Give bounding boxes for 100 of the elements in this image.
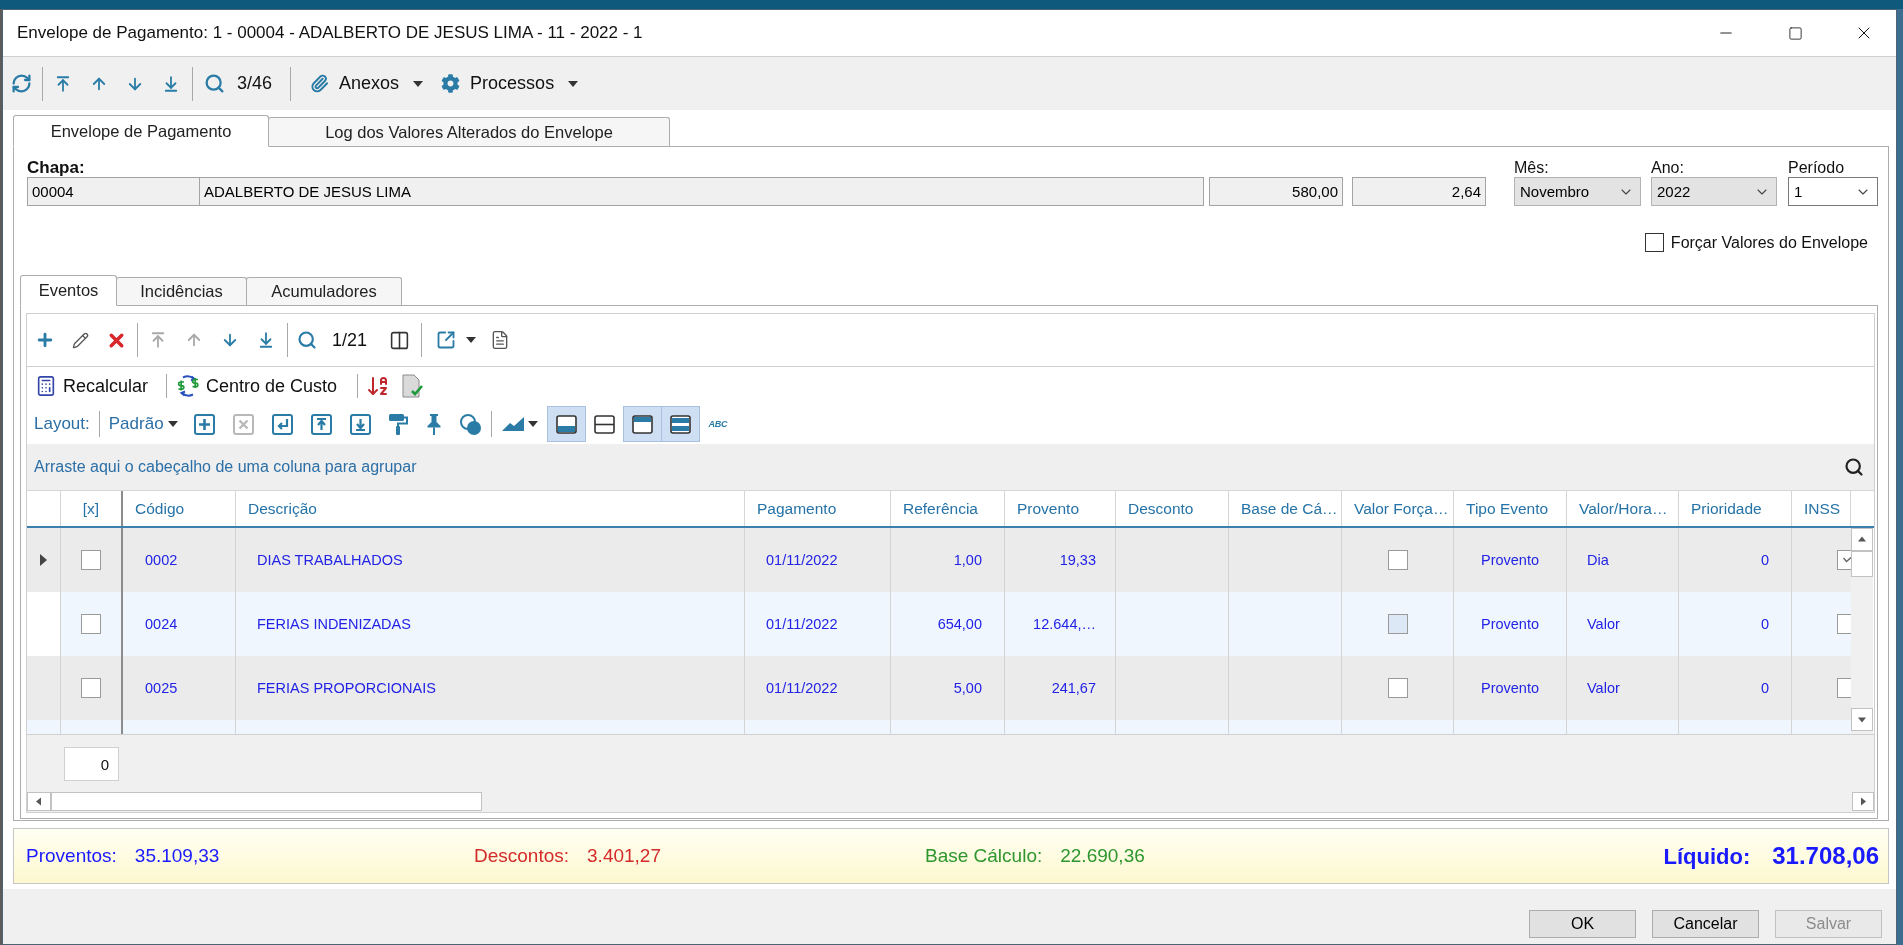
checkbox[interactable] xyxy=(81,678,101,698)
text-field[interactable]: 580,00 xyxy=(1209,177,1343,206)
tab[interactable]: Acumuladores xyxy=(246,277,402,305)
text-field[interactable]: ADALBERTO DE JESUS LIMA xyxy=(199,177,1204,206)
view-toggle[interactable] xyxy=(622,406,662,442)
column-header[interactable]: Base de Cá… xyxy=(1229,491,1342,526)
download-box-icon[interactable] xyxy=(349,413,371,435)
table-row[interactable]: 0024 FERIAS INDENIZADAS 01/11/2022 654,00 12.644,… Provento Valor 0 xyxy=(27,592,1851,656)
column-header[interactable]: Desconto xyxy=(1116,491,1229,526)
caret-icon[interactable] xyxy=(466,337,477,343)
columns-icon[interactable] xyxy=(389,329,411,351)
document-check-icon[interactable] xyxy=(402,374,424,398)
search-icon[interactable] xyxy=(1844,457,1864,477)
summary-label: Descontos: xyxy=(474,845,570,867)
pin-icon[interactable] xyxy=(425,413,442,435)
toolbar-button[interactable]: Centro de Custo xyxy=(176,374,338,398)
checkbox[interactable] xyxy=(1387,550,1408,570)
two-bars-icon xyxy=(669,414,691,434)
gear-icon xyxy=(441,74,461,93)
dropdown-button[interactable]: Padrão xyxy=(108,414,178,434)
window-title: Envelope de Pagamento: 1 - 00004 - ADALBERTO DE JESUS LIMA - 11 - 2022 - 1 xyxy=(17,23,643,43)
record-counter: 1/21 xyxy=(332,329,368,351)
field-label: Ano: xyxy=(1651,158,1684,177)
tab[interactable]: Log dos Valores Alterados do Envelope xyxy=(268,117,670,146)
column-header[interactable]: Valor/Hora… xyxy=(1567,491,1679,526)
column-header[interactable]: Referência xyxy=(891,491,1005,526)
checkbox[interactable] xyxy=(1837,614,1851,634)
dialog-button[interactable]: Cancelar xyxy=(1652,910,1759,938)
spellcheck-button[interactable]: ABC xyxy=(708,419,728,429)
arrow-down-to-line-icon[interactable] xyxy=(162,74,180,93)
panel-top-icon xyxy=(631,414,653,434)
maximize-icon[interactable] xyxy=(1787,25,1803,41)
total-label: Líquido: xyxy=(1663,844,1751,870)
summary-value: 3.401,27 xyxy=(587,845,661,867)
text-field[interactable]: 00004 xyxy=(27,177,200,206)
text-field[interactable]: 2,64 xyxy=(1352,177,1486,206)
refresh-icon[interactable] xyxy=(11,73,32,94)
column-header[interactable]: Pagamento xyxy=(745,491,891,526)
layout-label: Layout: xyxy=(34,414,90,434)
summary-label: Proventos: xyxy=(26,845,117,867)
return-arrow-box-icon[interactable] xyxy=(271,413,293,435)
field-label: Chapa: xyxy=(27,158,85,177)
column-header[interactable]: Provento xyxy=(1005,491,1116,526)
checkbox[interactable] xyxy=(81,550,101,570)
checkmark-icon xyxy=(1843,557,1851,563)
scrollbar-thumb[interactable] xyxy=(51,792,482,811)
summary-value: 35.109,33 xyxy=(134,845,220,867)
checkbox[interactable] xyxy=(1837,678,1851,698)
record-counter: 3/46 xyxy=(237,73,273,94)
count-field: 0 xyxy=(64,747,119,781)
menu-button[interactable]: Processos xyxy=(441,73,579,94)
arrow-up-to-line-icon[interactable] xyxy=(54,74,72,93)
scrollbar-thumb[interactable] xyxy=(1851,551,1873,577)
arrow-down-to-line-icon[interactable] xyxy=(257,331,275,349)
tab[interactable]: Incidências xyxy=(116,277,247,305)
caret-icon xyxy=(167,421,178,427)
group-hint: Arraste aqui o cabeçalho de uma coluna para agrupar xyxy=(34,458,417,476)
caret-icon xyxy=(568,80,579,87)
column-header[interactable]: Valor Força… xyxy=(1342,491,1454,526)
checkbox[interactable] xyxy=(81,614,101,634)
checkbox-label: Forçar Valores do Envelope xyxy=(1670,233,1868,252)
column-header[interactable]: Tipo Evento xyxy=(1454,491,1567,526)
calculator-icon xyxy=(35,375,57,397)
field-label: Período xyxy=(1788,158,1845,177)
view-toggle[interactable] xyxy=(546,406,586,442)
toolbar-button[interactable]: Recalcular xyxy=(35,375,149,397)
caret-icon xyxy=(413,80,424,87)
panel-bottom-icon xyxy=(555,414,577,434)
tab[interactable]: Eventos xyxy=(20,275,117,306)
split-panel-icon xyxy=(593,414,615,434)
external-link-icon[interactable] xyxy=(436,330,457,350)
circles-icon[interactable] xyxy=(459,413,481,435)
column-header[interactable]: INSS xyxy=(1792,491,1851,526)
dialog-button[interactable]: OK xyxy=(1529,910,1636,938)
field-label: Mês: xyxy=(1514,158,1549,177)
column-header[interactable]: [x] xyxy=(61,491,123,526)
checkbox[interactable] xyxy=(1837,550,1851,570)
column-header[interactable]: Código xyxy=(123,491,236,526)
summary-value: 22.690,36 xyxy=(1060,845,1145,867)
dollar-cycle-icon xyxy=(176,374,201,398)
checkbox[interactable] xyxy=(1387,614,1408,634)
summary-label: Base Cálculo: xyxy=(925,845,1043,867)
pencil-icon[interactable] xyxy=(72,331,89,349)
column-header[interactable]: Descrição xyxy=(236,491,745,526)
menu-button[interactable]: Anexos xyxy=(310,73,424,94)
arrow-down-icon[interactable] xyxy=(221,331,239,349)
checkbox[interactable] xyxy=(1644,233,1664,252)
caret-icon[interactable] xyxy=(527,421,538,427)
checkbox[interactable] xyxy=(1387,678,1408,698)
area-chart-icon[interactable] xyxy=(501,417,524,431)
select-field[interactable]: 1 xyxy=(1788,177,1878,206)
paint-roller-icon[interactable] xyxy=(388,413,408,435)
table-row[interactable]: 0002 DIAS TRABALHADOS 01/11/2022 1,00 19,33 Provento Dia 0 xyxy=(27,528,1851,592)
plus-icon[interactable] xyxy=(35,330,55,350)
tab[interactable]: Envelope de Pagamento xyxy=(13,115,269,147)
view-toggle[interactable] xyxy=(660,406,700,442)
table-row[interactable]: 0025 FERIAS PROPORCIONAIS 01/11/2022 5,00 241,67 Provento Valor 0 xyxy=(27,656,1851,720)
upload-box-icon[interactable] xyxy=(310,413,332,435)
plus-box-icon[interactable] xyxy=(193,413,215,435)
column-header[interactable]: Prioridade xyxy=(1679,491,1792,526)
